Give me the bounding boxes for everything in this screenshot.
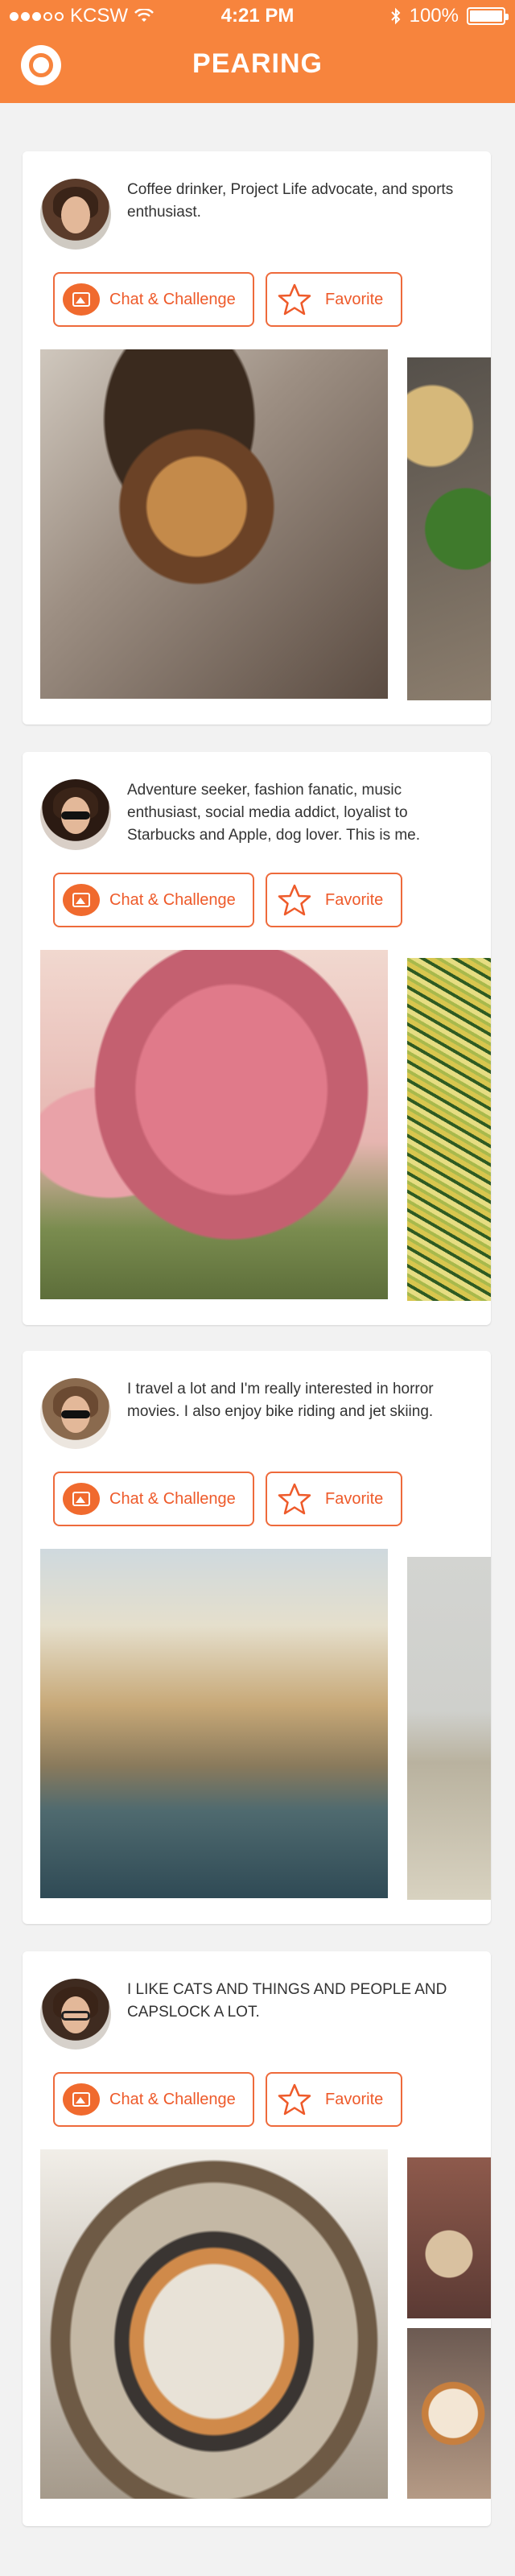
profile-card: Coffee drinker, Project Life advocate, a… [23, 151, 491, 724]
photo-chat-icon [63, 283, 100, 316]
favorite-button[interactable]: Favorite [266, 272, 402, 327]
profile-photo[interactable] [407, 958, 491, 1301]
status-bar: KCSW 4:21 PM 100% [0, 0, 515, 32]
status-right: 100% [390, 5, 509, 27]
favorite-button[interactable]: Favorite [266, 1472, 402, 1526]
chat-challenge-button[interactable]: Chat & Challenge [53, 2072, 254, 2127]
profile-card: Adventure seeker, fashion fanatic, music… [23, 752, 491, 1325]
chat-challenge-button[interactable]: Chat & Challenge [53, 1472, 254, 1526]
profile-bio: I LIKE CATS AND THINGS AND PEOPLE AND CA… [127, 1981, 447, 2021]
profile-bio: I travel a lot and I'm really interested… [127, 1381, 434, 1420]
bluetooth-icon [390, 7, 401, 25]
star-icon [278, 283, 311, 316]
favorite-button-label: Favorite [325, 890, 384, 909]
chat-button-label: Chat & Challenge [109, 2090, 236, 2108]
profile-card: I travel a lot and I'm really interested… [23, 1351, 491, 1924]
favorite-button[interactable]: Favorite [266, 2072, 402, 2127]
photo-chat-icon [63, 2083, 100, 2116]
profile-photo[interactable] [407, 1557, 491, 1900]
chat-button-label: Chat & Challenge [109, 290, 236, 308]
profile-photo[interactable] [40, 950, 388, 1299]
chat-challenge-button[interactable]: Chat & Challenge [53, 873, 254, 927]
star-icon [278, 2083, 311, 2116]
profile-bio: Adventure seeker, fashion fanatic, music… [127, 782, 421, 844]
favorite-button-label: Favorite [325, 2090, 384, 2108]
app-header: KCSW 4:21 PM 100% PEARING [0, 0, 515, 103]
page-title: PEARING [192, 48, 323, 79]
battery-percent: 100% [409, 5, 459, 27]
star-icon [278, 1483, 311, 1515]
favorite-button[interactable]: Favorite [266, 873, 402, 927]
profile-photo[interactable] [40, 1549, 388, 1898]
star-icon [278, 884, 311, 916]
favorite-button-label: Favorite [325, 1489, 384, 1508]
profile-photo[interactable] [407, 357, 491, 700]
chat-button-label: Chat & Challenge [109, 1489, 236, 1508]
profile-bio: Coffee drinker, Project Life advocate, a… [127, 181, 454, 221]
profile-photo[interactable] [40, 2149, 388, 2499]
avatar[interactable] [40, 779, 111, 850]
photo-chat-icon [63, 884, 100, 916]
chat-challenge-button[interactable]: Chat & Challenge [53, 272, 254, 327]
photo-chat-icon [63, 1483, 100, 1515]
avatar[interactable] [40, 1979, 111, 2050]
profile-card: I LIKE CATS AND THINGS AND PEOPLE AND CA… [23, 1951, 491, 2526]
profile-photo[interactable] [407, 2328, 491, 2499]
profile-photo[interactable] [407, 2157, 491, 2318]
favorite-button-label: Favorite [325, 290, 384, 308]
profile-photo[interactable] [40, 349, 388, 699]
chat-button-label: Chat & Challenge [109, 890, 236, 909]
battery-icon [467, 7, 509, 25]
avatar[interactable] [40, 1378, 111, 1449]
avatar[interactable] [40, 179, 111, 250]
